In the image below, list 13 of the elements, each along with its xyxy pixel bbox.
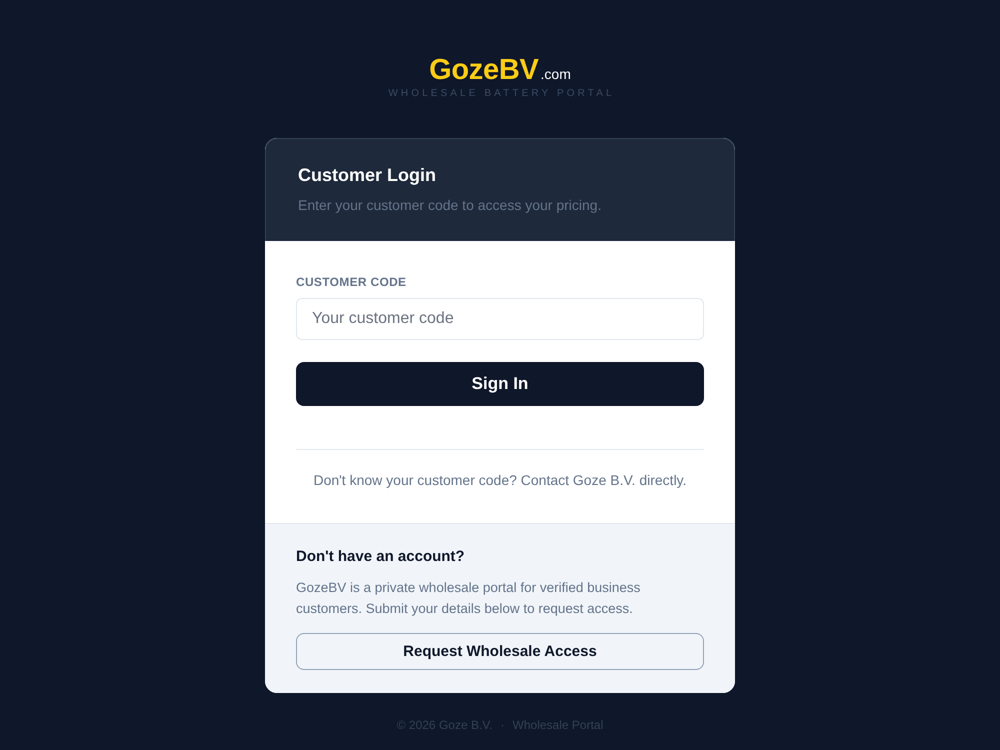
signup-text: GozeBV is a private wholesale portal for verified business customers. Submit your details below to request access. bbox=[296, 579, 642, 618]
brand-name: GozeBV bbox=[429, 54, 539, 86]
customer-code-input[interactable]: Your customer code bbox=[296, 298, 704, 340]
request-access-button[interactable]: Request Wholesale Access bbox=[296, 633, 704, 670]
domain-suffix: .com bbox=[540, 65, 571, 84]
field-label: CUSTOMER CODE bbox=[296, 274, 408, 290]
sign-in-button[interactable]: Sign In bbox=[296, 362, 704, 406]
footer-separator: · bbox=[500, 717, 505, 733]
brand-tagline: WHOLESALE BATTERY PORTAL bbox=[388, 88, 615, 100]
login-title: Customer Login bbox=[298, 164, 437, 187]
help-text: Don't know your customer code? Contact Goze B.V. directly. bbox=[312, 471, 688, 490]
signup-title: Don't have an account? bbox=[296, 547, 466, 567]
login-subtitle: Enter your customer code to access your pricing. bbox=[298, 196, 602, 215]
